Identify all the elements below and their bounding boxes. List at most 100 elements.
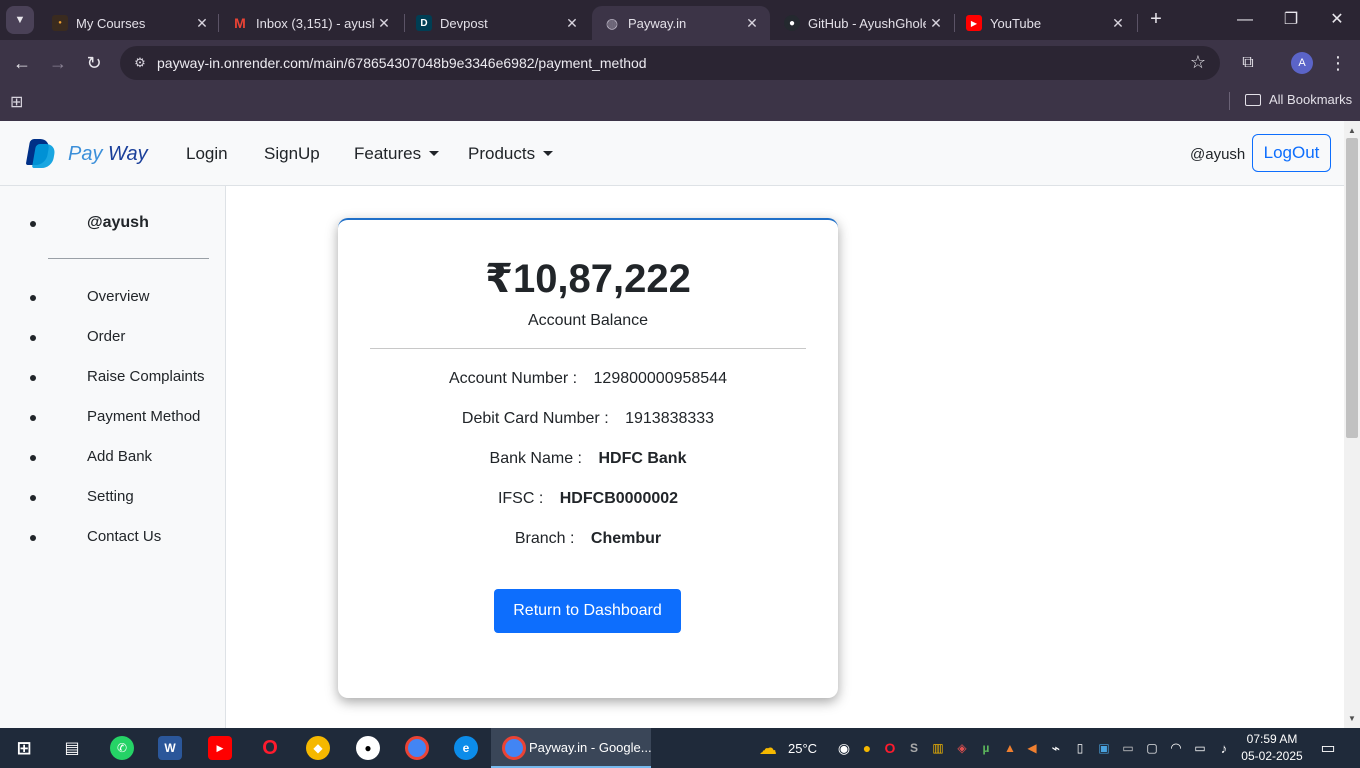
page-viewport: Pay Way Login SignUp Features Products @… <box>0 121 1344 728</box>
edge-icon[interactable]: e <box>454 736 478 760</box>
nav-signup[interactable]: SignUp <box>264 144 320 164</box>
vlc-icon[interactable]: ▲ <box>998 736 1022 760</box>
tab-my-courses[interactable]: ● My Courses ✕ <box>40 6 220 40</box>
forward-icon[interactable]: → <box>44 49 72 77</box>
bookmark-star-icon[interactable]: ☆ <box>1190 52 1206 73</box>
debit-card-value: 1913838333 <box>625 410 715 427</box>
brand-link[interactable]: Pay Way <box>25 139 148 169</box>
menu-icon[interactable]: ⋮ <box>1328 51 1348 75</box>
folder-icon <box>1245 93 1261 106</box>
weather-temp[interactable]: 25°C <box>788 741 817 756</box>
branch-row: Branch : Chembur <box>338 530 838 548</box>
sidebar-item-label[interactable]: Raise Complaints <box>87 368 205 385</box>
battery-icon[interactable]: ▭ <box>1188 736 1212 760</box>
usb-icon[interactable]: ⌁ <box>1044 736 1068 760</box>
profile-avatar[interactable]: A <box>1291 52 1313 74</box>
bullet <box>30 535 36 541</box>
sidebar-item-label[interactable]: Overview <box>87 288 150 305</box>
tab-youtube[interactable]: ▶ YouTube ✕ <box>954 6 1136 40</box>
account-number-label: Account Number : <box>449 370 578 387</box>
discord-icon[interactable]: ◉ <box>832 736 856 760</box>
scroll-thumb[interactable] <box>1346 138 1358 438</box>
utorrent-icon[interactable]: µ <box>974 736 998 760</box>
tab-payway[interactable]: ◍ Payway.in ✕ <box>592 6 770 40</box>
extensions-icon[interactable]: ⧉ <box>1236 51 1260 75</box>
account-number-row: Account Number : 129800000958544 <box>338 370 838 388</box>
windows-start-icon[interactable]: ⊞ <box>12 736 36 760</box>
close-icon[interactable]: ✕ <box>1108 15 1128 32</box>
url-text[interactable]: payway-in.onrender.com/main/678654307048… <box>157 55 647 71</box>
device-icon[interactable]: ▯ <box>1068 736 1092 760</box>
nav-products-label: Products <box>468 144 536 163</box>
volume-icon[interactable]: ♪ <box>1212 736 1236 760</box>
account-number-value: 129800000958544 <box>593 370 727 387</box>
minimize-icon[interactable]: — <box>1233 8 1257 32</box>
back-icon[interactable]: ← <box>8 49 36 77</box>
task-view-icon[interactable]: ▤ <box>60 736 84 760</box>
debit-card-label: Debit Card Number : <box>461 410 609 427</box>
close-icon[interactable]: ✕ <box>562 15 582 32</box>
clock[interactable]: 07:59 AM 05-02-2025 <box>1240 731 1304 765</box>
tab-inbox[interactable]: M Inbox (3,151) - ayush ✕ <box>220 6 402 40</box>
meet-icon[interactable]: ▢ <box>1140 736 1164 760</box>
bookmarks-separator <box>1229 92 1230 110</box>
github-desktop-icon[interactable]: ● <box>356 736 380 760</box>
account-card: ₹10,87,222 Account Balance Account Numbe… <box>338 218 838 698</box>
ifsc-label: IFSC : <box>497 490 544 507</box>
all-bookmarks-button[interactable]: All Bookmarks <box>1245 92 1352 107</box>
close-icon[interactable]: ✕ <box>374 15 394 32</box>
network-tray-icon[interactable]: ◈ <box>950 736 974 760</box>
whatsapp-icon[interactable]: ✆ <box>110 736 134 760</box>
nav-features-dropdown[interactable]: Features <box>354 144 440 164</box>
sidebar-item-label[interactable]: Add Bank <box>87 448 152 465</box>
apps-grid-icon[interactable]: ⊞ <box>10 93 30 113</box>
paypal-logo-icon <box>25 139 57 169</box>
tab-title: My Courses <box>76 15 146 31</box>
chart-tray-icon[interactable]: ▥ <box>926 736 950 760</box>
wifi-icon[interactable]: ◠ <box>1164 736 1188 760</box>
app-tray-icon[interactable]: ▣ <box>1092 736 1116 760</box>
speaker-tray-icon[interactable]: ◀ <box>1020 736 1044 760</box>
nav-products-dropdown[interactable]: Products <box>468 144 554 164</box>
branch-value: Chembur <box>590 530 662 547</box>
youtube-app-icon[interactable]: ▶ <box>208 736 232 760</box>
tab-devpost[interactable]: D Devpost ✕ <box>404 6 590 40</box>
close-icon[interactable]: ✕ <box>742 15 762 32</box>
scroll-up-icon[interactable]: ▲ <box>1344 123 1360 139</box>
sidebar-item-label[interactable]: Order <box>87 328 125 345</box>
reload-icon[interactable]: ↻ <box>80 49 108 77</box>
chrome-icon[interactable] <box>405 736 429 760</box>
monitor-icon[interactable]: ▭ <box>1116 736 1140 760</box>
nav-login[interactable]: Login <box>186 144 228 164</box>
account-balance-value: ₹10,87,222 <box>485 257 691 301</box>
close-icon[interactable]: ✕ <box>926 15 946 32</box>
weather-icon[interactable]: ☁ <box>756 736 780 760</box>
address-bar[interactable]: ⚙ payway-in.onrender.com/main/6786543070… <box>120 46 1220 80</box>
ifsc-row: IFSC : HDFCB0000002 <box>338 490 838 508</box>
restore-icon[interactable]: ❐ <box>1279 8 1303 32</box>
bullet <box>30 455 36 461</box>
word-icon[interactable]: W <box>158 736 182 760</box>
window-close-icon[interactable]: ✕ <box>1325 8 1349 32</box>
tab-github[interactable]: ● GitHub - AyushGhole ✕ <box>772 6 954 40</box>
tray-app-icon[interactable]: ● <box>855 736 879 760</box>
sidebar-item-label[interactable]: Setting <box>87 488 134 505</box>
sidebar-item-label[interactable]: Contact Us <box>87 528 161 545</box>
notifications-icon[interactable]: ▭ <box>1316 736 1340 760</box>
sidebar-item-label[interactable]: Payment Method <box>87 408 200 425</box>
close-icon[interactable]: ✕ <box>192 15 212 32</box>
s-tray-icon[interactable]: S <box>902 736 926 760</box>
app-icon[interactable]: ◆ <box>306 736 330 760</box>
new-tab-icon[interactable]: + <box>1144 8 1168 32</box>
card-divider <box>370 348 806 349</box>
site-info-icon[interactable]: ⚙ <box>130 53 150 73</box>
logout-button[interactable]: LogOut <box>1252 134 1331 172</box>
opera-tray-icon[interactable]: O <box>878 736 902 760</box>
tab-title: GitHub - AyushGhole <box>808 15 926 31</box>
gmail-icon: M <box>234 15 246 31</box>
return-to-dashboard-button[interactable]: Return to Dashboard <box>494 589 681 633</box>
opera-icon[interactable]: O <box>258 736 282 760</box>
tab-search-icon[interactable]: ▼ <box>6 6 34 34</box>
account-balance-label: Account Balance <box>527 312 649 329</box>
scroll-down-icon[interactable]: ▼ <box>1344 711 1360 727</box>
